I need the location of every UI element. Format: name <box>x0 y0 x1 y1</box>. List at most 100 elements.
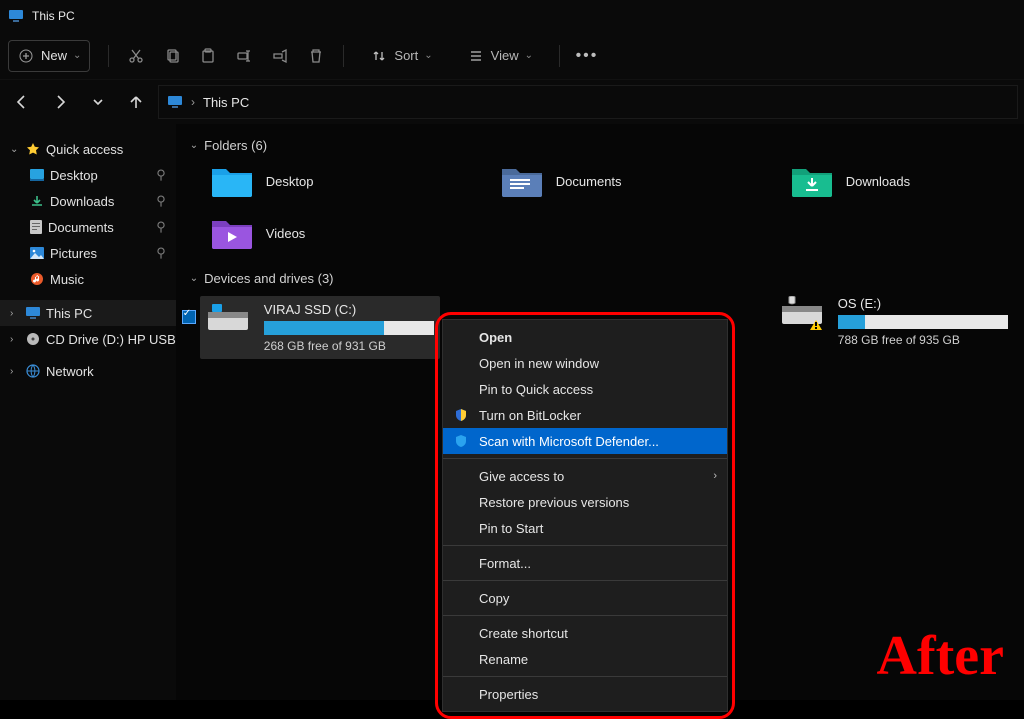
drive-c[interactable]: VIRAJ SSD (C:) 268 GB free of 931 GB <box>200 296 440 359</box>
defender-icon <box>453 433 469 449</box>
star-icon <box>26 142 40 156</box>
sidebar-item-downloads[interactable]: Downloads ⚲ <box>0 188 176 214</box>
pin-icon: ⚲ <box>156 167 166 183</box>
address-bar[interactable]: › This PC <box>158 85 1018 119</box>
ctx-label: Restore previous versions <box>479 495 629 510</box>
network-label: Network <box>46 364 94 379</box>
ctx-properties[interactable]: Properties <box>443 681 727 707</box>
folder-icon <box>790 163 834 199</box>
disc-icon <box>26 332 40 346</box>
context-menu-highlight-box: Open Open in new window Pin to Quick acc… <box>435 312 735 719</box>
sidebar-item-label: Downloads <box>50 194 114 209</box>
ctx-format[interactable]: Format... <box>443 550 727 576</box>
folder-downloads[interactable]: Downloads <box>790 163 1024 199</box>
sidebar-item-documents[interactable]: Documents ⚲ <box>0 214 176 240</box>
window-title: This PC <box>32 9 75 23</box>
rename-icon[interactable] <box>235 47 253 65</box>
sidebar-quick-access[interactable]: ⌄ Quick access <box>0 136 176 162</box>
up-button[interactable] <box>120 86 152 118</box>
folder-label: Desktop <box>266 174 314 189</box>
chevron-down-icon: ⌄ <box>190 140 198 151</box>
ctx-label: Copy <box>479 591 509 606</box>
divider <box>108 45 109 67</box>
folders-section-header[interactable]: ⌄ Folders (6) <box>182 134 1024 157</box>
new-label: New <box>41 48 67 63</box>
cd-drive-label: CD Drive (D:) HP USB <box>46 332 176 347</box>
forward-button[interactable] <box>44 86 76 118</box>
divider <box>559 45 560 67</box>
back-button[interactable] <box>6 86 38 118</box>
separator <box>443 545 727 546</box>
ctx-open-new-window[interactable]: Open in new window <box>443 350 727 376</box>
drives-head-label: Devices and drives (3) <box>204 271 333 286</box>
storage-bar <box>838 315 1008 329</box>
sidebar-item-label: Desktop <box>50 168 98 183</box>
ctx-label: Create shortcut <box>479 626 568 641</box>
sort-label: Sort <box>394 48 418 63</box>
recent-dropdown[interactable] <box>82 86 114 118</box>
ctx-label: Rename <box>479 652 528 667</box>
more-icon[interactable]: ••• <box>578 47 596 65</box>
folder-desktop[interactable]: Desktop <box>210 163 450 199</box>
sidebar-network[interactable]: › Network <box>0 358 176 384</box>
ctx-create-shortcut[interactable]: Create shortcut <box>443 620 727 646</box>
ctx-label: Scan with Microsoft Defender... <box>479 434 659 449</box>
drives-section-header[interactable]: ⌄ Devices and drives (3) <box>182 267 1024 290</box>
folder-videos[interactable]: Videos <box>210 215 450 251</box>
music-icon <box>30 272 44 286</box>
ctx-open[interactable]: Open <box>443 324 727 350</box>
ctx-label: Open in new window <box>479 356 599 371</box>
separator <box>443 580 727 581</box>
ctx-rename[interactable]: Rename <box>443 646 727 672</box>
share-icon[interactable] <box>271 47 289 65</box>
view-label: View <box>491 48 519 63</box>
sidebar-item-pictures[interactable]: Pictures ⚲ <box>0 240 176 266</box>
pin-icon: ⚲ <box>156 245 166 261</box>
drive-e[interactable]: OS (E:) 788 GB free of 935 GB <box>780 296 1020 359</box>
quick-access-label: Quick access <box>46 142 123 157</box>
folder-label: Videos <box>266 226 306 241</box>
sidebar-item-label: Documents <box>48 220 114 235</box>
sort-icon <box>370 47 388 65</box>
ctx-label: Give access to <box>479 469 564 484</box>
ctx-give-access[interactable]: Give access to› <box>443 463 727 489</box>
sidebar-item-desktop[interactable]: Desktop ⚲ <box>0 162 176 188</box>
ctx-label: Properties <box>479 687 538 702</box>
new-button[interactable]: New ⌄ <box>8 40 90 72</box>
divider <box>343 45 344 67</box>
this-pc-icon <box>26 307 40 319</box>
ctx-pin-quick-access[interactable]: Pin to Quick access <box>443 376 727 402</box>
folder-icon <box>210 215 254 251</box>
titlebar: This PC <box>0 0 1024 32</box>
folder-label: Downloads <box>846 174 910 189</box>
ctx-copy[interactable]: Copy <box>443 585 727 611</box>
sidebar-item-music[interactable]: Music <box>0 266 176 292</box>
drive-icon <box>206 302 250 336</box>
drive-free-text: 788 GB free of 935 GB <box>838 333 1008 347</box>
view-button[interactable]: View ⌄ <box>459 40 541 72</box>
storage-bar <box>264 321 434 335</box>
sidebar-cd-drive[interactable]: › CD Drive (D:) HP USB <box>0 326 176 352</box>
delete-icon[interactable] <box>307 47 325 65</box>
annotation-after: After <box>877 624 1004 688</box>
chevron-down-icon: ⌄ <box>190 273 198 284</box>
ctx-defender-scan[interactable]: Scan with Microsoft Defender... <box>443 428 727 454</box>
paste-icon[interactable] <box>199 47 217 65</box>
separator <box>443 676 727 677</box>
ctx-bitlocker[interactable]: Turn on BitLocker <box>443 402 727 428</box>
copy-icon[interactable] <box>163 47 181 65</box>
sort-button[interactable]: Sort ⌄ <box>362 40 440 72</box>
sidebar-this-pc[interactable]: › This PC <box>0 300 176 326</box>
download-icon <box>30 194 44 208</box>
ctx-restore-versions[interactable]: Restore previous versions <box>443 489 727 515</box>
chevron-down-icon: ⌄ <box>424 50 432 61</box>
pictures-icon <box>30 247 44 259</box>
breadcrumb-current[interactable]: This PC <box>203 95 249 110</box>
drive-name: VIRAJ SSD (C:) <box>264 302 434 317</box>
ctx-pin-start[interactable]: Pin to Start <box>443 515 727 541</box>
cut-icon[interactable] <box>127 47 145 65</box>
ctx-label: Pin to Quick access <box>479 382 593 397</box>
folder-icon <box>210 163 254 199</box>
ctx-label: Open <box>479 330 512 345</box>
folder-documents[interactable]: Documents <box>500 163 740 199</box>
